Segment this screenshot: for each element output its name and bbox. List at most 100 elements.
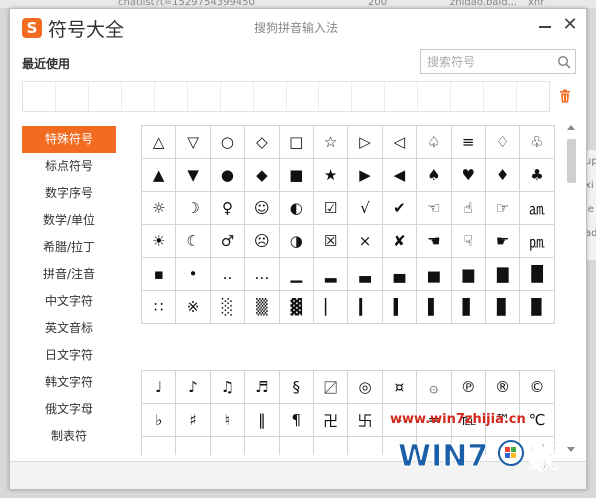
title-bar[interactable]: S 符号大全 搜狗拼音输入法 ✕ — [10, 9, 586, 47]
symbol-cell[interactable]: ☚ — [416, 224, 452, 258]
symbol-cell[interactable]: ☜ — [416, 191, 452, 225]
symbol-cell[interactable]: ♧ — [519, 125, 555, 159]
symbol-cell[interactable] — [244, 436, 280, 455]
symbol-cell[interactable]: … — [244, 257, 280, 291]
recent-symbol-slot[interactable] — [221, 82, 254, 111]
symbol-cell[interactable]: ◑ — [278, 224, 314, 258]
symbol-cell[interactable]: • — [175, 257, 211, 291]
symbol-cell[interactable]: 卍 — [312, 403, 349, 437]
symbol-cell[interactable]: ◆ — [244, 158, 280, 192]
sidebar-item[interactable]: 数学/单位 — [22, 207, 116, 234]
symbol-cell[interactable]: ♢ — [484, 125, 521, 159]
symbol-cell[interactable]: ☒ — [312, 224, 349, 258]
symbol-cell[interactable]: ◁ — [381, 125, 418, 159]
symbol-cell[interactable]: ☞ — [484, 191, 521, 225]
symbol-cell[interactable]: ☺ — [244, 191, 280, 225]
symbol-cell[interactable]: ◇ — [244, 125, 280, 159]
symbol-cell[interactable]: ☼ — [141, 191, 177, 225]
sidebar-item[interactable]: 标点符号 — [22, 153, 116, 180]
symbol-cell[interactable]: ▇ — [484, 257, 521, 291]
recent-symbol-slot[interactable] — [155, 82, 188, 111]
symbol-cell[interactable]: ◀ — [381, 158, 418, 192]
symbol-cell[interactable]: ▎ — [347, 290, 383, 324]
symbol-cell[interactable]: ◎ — [347, 370, 383, 404]
symbol-cell[interactable]: ▪ — [141, 257, 177, 291]
symbol-cell[interactable]: ♮ — [209, 403, 246, 437]
symbol-cell[interactable]: § — [278, 370, 314, 404]
symbol-cell[interactable]: ‥ — [209, 257, 246, 291]
symbol-cell[interactable]: ☟ — [450, 224, 486, 258]
symbol-cell[interactable]: ▆ — [450, 257, 486, 291]
symbol-cell[interactable]: ▃ — [347, 257, 383, 291]
recent-symbol-slot[interactable] — [23, 82, 56, 111]
symbol-cell[interactable]: ㏘ — [519, 224, 555, 258]
symbol-cell[interactable]: ▁ — [278, 257, 314, 291]
symbol-cell[interactable]: ▽ — [175, 125, 211, 159]
symbol-cell[interactable]: ☆ — [312, 125, 349, 159]
symbol-cell[interactable]: ☹ — [244, 224, 280, 258]
symbol-cell[interactable]: ▼ — [175, 158, 211, 192]
symbol-cell[interactable]: 〼 — [312, 370, 349, 404]
symbol-cell[interactable]: ▓ — [278, 290, 314, 324]
sidebar-item[interactable]: 制表符 — [22, 423, 116, 450]
symbol-cell[interactable]: ✘ — [381, 224, 418, 258]
scroll-thumb[interactable] — [567, 139, 576, 183]
recent-symbol-slot[interactable] — [287, 82, 320, 111]
symbol-cell[interactable]: ☝ — [450, 191, 486, 225]
symbol-cell[interactable]: ✔ — [381, 191, 418, 225]
symbol-cell[interactable] — [347, 436, 383, 455]
symbol-cell[interactable]: ☛ — [484, 224, 521, 258]
recent-symbol-slot[interactable] — [122, 82, 155, 111]
symbol-cell[interactable]: ▷ — [347, 125, 383, 159]
symbol-search-box[interactable] — [420, 49, 576, 74]
symbol-cell[interactable]: ♩ — [141, 370, 177, 404]
symbol-cell[interactable]: ♬ — [244, 370, 280, 404]
symbol-cell[interactable]: ▌ — [416, 290, 452, 324]
symbol-cell[interactable]: ▂ — [312, 257, 349, 291]
symbol-cell[interactable]: ▊ — [484, 290, 521, 324]
symbol-cell[interactable]: ▋ — [450, 290, 486, 324]
symbol-cell[interactable]: △ — [141, 125, 177, 159]
symbol-cell[interactable]: ۞ — [416, 370, 452, 404]
symbol-cell[interactable]: ▏ — [312, 290, 349, 324]
sidebar-item[interactable]: 日文字符 — [22, 342, 116, 369]
symbol-cell[interactable]: ☾ — [175, 224, 211, 258]
symbol-cell[interactable]: ♤ — [416, 125, 452, 159]
sidebar-item[interactable]: 英文音标 — [22, 315, 116, 342]
symbol-cell[interactable]: ☽ — [175, 191, 211, 225]
symbol-cell[interactable]: ▉ — [519, 290, 555, 324]
sidebar-item[interactable]: 拼音/注音 — [22, 261, 116, 288]
sidebar-item[interactable]: 希腊/拉丁 — [22, 234, 116, 261]
symbol-cell[interactable] — [312, 436, 349, 455]
minimize-button[interactable] — [537, 18, 553, 34]
symbol-cell[interactable]: ▶ — [347, 158, 383, 192]
symbol-cell[interactable]: ◐ — [278, 191, 314, 225]
scroll-up-arrow-icon[interactable] — [567, 125, 575, 130]
symbol-cell[interactable]: ♂ — [209, 224, 246, 258]
symbol-cell[interactable]: × — [347, 224, 383, 258]
symbol-cell[interactable]: ■ — [278, 158, 314, 192]
symbol-cell[interactable]: ▒ — [244, 290, 280, 324]
symbol-cell[interactable]: █ — [519, 257, 555, 291]
sidebar-item[interactable]: 中文字符 — [22, 288, 116, 315]
symbol-cell[interactable]: ♯ — [175, 403, 211, 437]
symbol-cell[interactable]: ♭ — [141, 403, 177, 437]
symbol-cell[interactable] — [209, 436, 246, 455]
symbol-cell[interactable]: ♦ — [484, 158, 521, 192]
sidebar-item[interactable]: 数字序号 — [22, 180, 116, 207]
recent-symbol-slot[interactable] — [188, 82, 221, 111]
sidebar-item[interactable]: 俄文字母 — [22, 396, 116, 423]
symbol-cell[interactable] — [175, 436, 211, 455]
symbol-cell[interactable]: √ — [347, 191, 383, 225]
recent-symbol-slot[interactable] — [385, 82, 419, 111]
symbol-cell[interactable]: ▅ — [416, 257, 452, 291]
symbol-cell[interactable]: ¤ — [381, 370, 418, 404]
trash-icon[interactable] — [558, 89, 572, 103]
symbol-cell[interactable]: ▲ — [141, 158, 177, 192]
symbol-cell[interactable]: ‖ — [244, 403, 280, 437]
symbol-cell[interactable]: ☀ — [141, 224, 177, 258]
symbol-cell[interactable]: ♀ — [209, 191, 246, 225]
symbol-cell[interactable]: ░ — [209, 290, 246, 324]
symbol-scrollbar[interactable] — [566, 125, 578, 455]
symbol-cell[interactable]: □ — [278, 125, 314, 159]
